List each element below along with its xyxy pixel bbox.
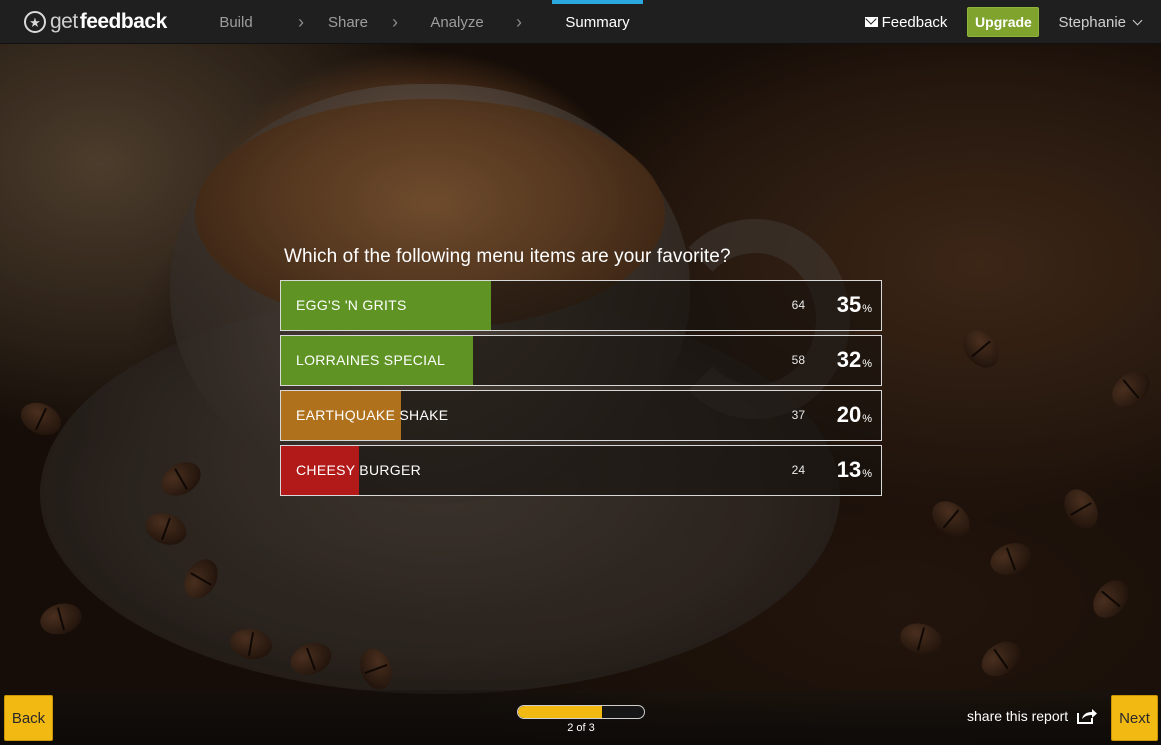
result-label: CHEESY BURGER — [296, 462, 422, 478]
bottom-bar: Back 2 of 3 share this report Next — [0, 690, 1161, 745]
chevron-down-icon — [1132, 15, 1143, 25]
chevron-right-icon: › — [298, 11, 304, 32]
getfeedback-logo[interactable]: ★ get feedback — [24, 9, 167, 35]
next-button[interactable]: Next — [1111, 695, 1158, 741]
progress-fill — [518, 706, 603, 718]
header-right-controls: Feedback Upgrade Stephanie — [864, 0, 1161, 44]
result-percent-value: 35 — [836, 292, 862, 317]
user-name: Stephanie — [1058, 13, 1126, 31]
workflow-tabs: Build › Share › Analyze › Summary — [204, 0, 643, 44]
feedback-link[interactable]: Feedback — [864, 13, 948, 31]
result-percent: 20% — [837, 391, 872, 440]
result-percent-value: 32 — [836, 347, 862, 372]
result-percent: 35% — [837, 281, 872, 330]
progress-bar — [517, 705, 645, 719]
result-count: 37 — [791, 408, 805, 422]
chevron-right-icon: › — [392, 11, 398, 32]
tab-share[interactable]: Share — [328, 0, 368, 44]
result-label: LORRAINES SPECIAL — [296, 352, 446, 368]
result-percent-unit: % — [862, 358, 872, 370]
question-title: Which of the following menu items are yo… — [284, 246, 731, 267]
result-row: EARTHQUAKE SHAKE 37 20% — [280, 390, 882, 441]
tab-build[interactable]: Build — [204, 0, 268, 44]
result-percent-unit: % — [862, 413, 872, 425]
result-percent-unit: % — [862, 468, 872, 480]
star-logo-icon: ★ — [24, 11, 46, 33]
share-report-link[interactable]: share this report — [967, 707, 1098, 725]
logo-text-get: get — [50, 10, 78, 33]
logo-text-feedback: feedback — [79, 10, 168, 33]
result-percent-value: 13 — [836, 457, 862, 482]
result-percent: 13% — [837, 446, 872, 495]
result-label: EARTHQUAKE SHAKE — [296, 407, 449, 423]
result-row: EGG'S 'N GRITS 64 35% — [280, 280, 882, 331]
page-indicator: 2 of 3 — [567, 722, 595, 734]
result-percent: 32% — [837, 336, 872, 385]
share-report-label: share this report — [967, 708, 1069, 724]
back-button[interactable]: Back — [4, 695, 53, 741]
results-list: EGG'S 'N GRITS 64 35% LORRAINES SPECIAL 58 32… — [280, 280, 882, 500]
upgrade-button[interactable]: Upgrade — [967, 7, 1040, 37]
result-row: CHEESY BURGER 24 13% — [280, 445, 882, 496]
tab-summary[interactable]: Summary — [552, 0, 643, 44]
user-menu[interactable]: Stephanie — [1058, 13, 1143, 31]
result-label: EGG'S 'N GRITS — [296, 297, 407, 313]
share-icon — [1077, 709, 1098, 724]
envelope-icon — [864, 17, 878, 27]
result-row: LORRAINES SPECIAL 58 32% — [280, 335, 882, 386]
result-count: 58 — [791, 353, 805, 367]
tab-analyze[interactable]: Analyze — [428, 0, 486, 44]
feedback-label: Feedback — [881, 13, 948, 31]
result-percent-value: 20 — [836, 402, 862, 427]
result-count: 64 — [791, 298, 805, 312]
result-percent-unit: % — [862, 303, 872, 315]
result-count: 24 — [791, 463, 805, 477]
chevron-right-icon: › — [516, 11, 522, 32]
top-navigation-bar: ★ get feedback Build › Share › Analyze ›… — [0, 0, 1161, 44]
